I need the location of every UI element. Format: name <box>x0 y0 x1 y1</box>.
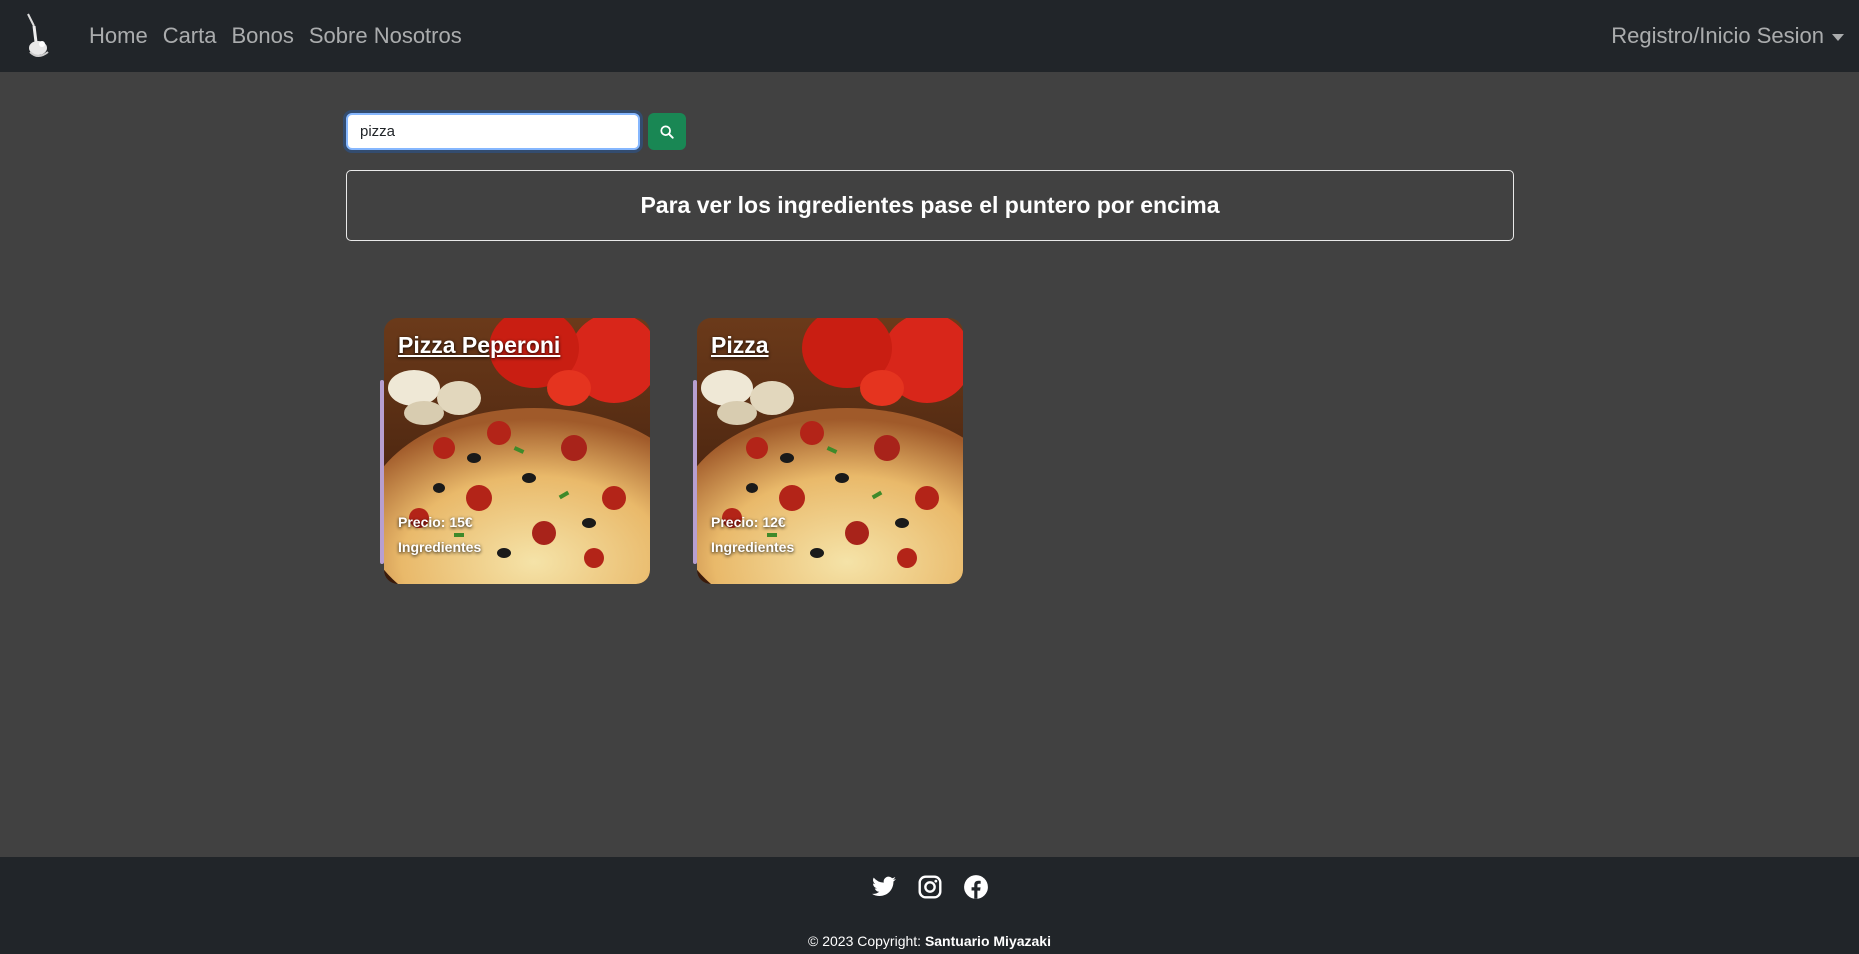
copyright: © 2023 Copyright: Santuario Miyazaki <box>0 933 1859 949</box>
facebook-icon[interactable] <box>963 874 989 900</box>
copyright-prefix: © 2023 Copyright: <box>808 933 925 949</box>
nav-link-home[interactable]: Home <box>89 23 148 49</box>
footer: © 2023 Copyright: Santuario Miyazaki <box>0 857 1859 954</box>
product-card[interactable]: Pizza Peperoni Precio: 15€ Ingredientes <box>384 318 650 584</box>
search-button[interactable] <box>648 113 686 150</box>
product-price: Precio: 12€ <box>711 514 786 530</box>
twitter-icon[interactable] <box>871 874 897 900</box>
product-name[interactable]: Pizza Peperoni <box>398 332 560 359</box>
nav-link-carta[interactable]: Carta <box>163 23 217 49</box>
product-name[interactable]: Pizza <box>711 332 769 359</box>
search-bar <box>346 113 686 150</box>
product-card[interactable]: Pizza Precio: 12€ Ingredientes <box>697 318 963 584</box>
account-dropdown[interactable]: Registro/Inicio Sesion <box>1611 0 1844 72</box>
social-links <box>0 874 1859 900</box>
nav-link-sobre-nosotros[interactable]: Sobre Nosotros <box>309 23 462 49</box>
lamp-logo-icon[interactable] <box>22 12 54 58</box>
nav-link-bonos[interactable]: Bonos <box>231 23 293 49</box>
search-icon <box>660 124 674 139</box>
product-price: Precio: 15€ <box>398 514 473 530</box>
instagram-icon[interactable] <box>917 874 943 900</box>
info-message: Para ver los ingredientes pase el punter… <box>640 192 1220 218</box>
nav-links: Home Carta Bonos Sobre Nosotros <box>89 0 462 72</box>
search-input[interactable] <box>346 113 640 150</box>
caret-down-icon <box>1832 33 1844 41</box>
info-box: Para ver los ingredientes pase el punter… <box>346 170 1514 241</box>
navbar: Home Carta Bonos Sobre Nosotros Registro… <box>0 0 1859 72</box>
account-dropdown-label: Registro/Inicio Sesion <box>1611 23 1824 48</box>
product-ingredients-label[interactable]: Ingredientes <box>711 539 794 555</box>
product-ingredients-label[interactable]: Ingredientes <box>398 539 481 555</box>
copyright-owner[interactable]: Santuario Miyazaki <box>925 933 1051 949</box>
